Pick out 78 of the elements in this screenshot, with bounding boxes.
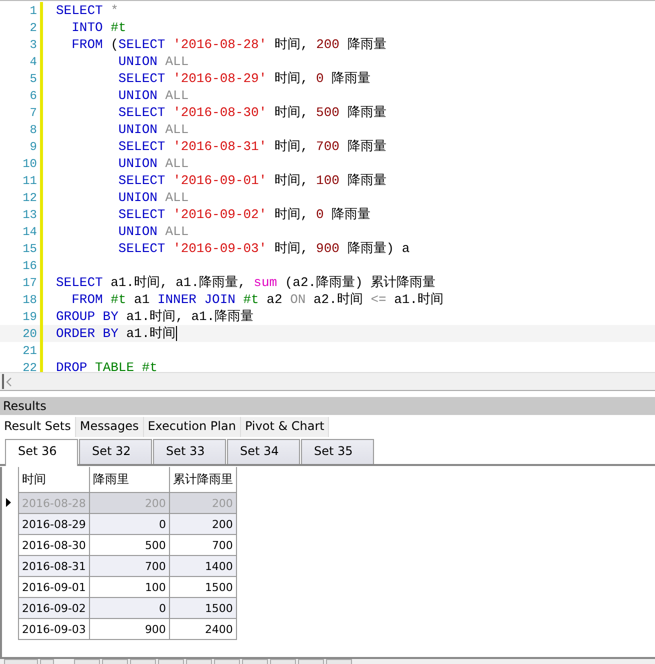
- line-number: 20: [22, 326, 38, 340]
- column-header[interactable]: 累计降雨里: [169, 467, 236, 492]
- table-cell: 2016-09-03: [18, 618, 90, 640]
- result-set-tab[interactable]: Set 34: [227, 439, 300, 464]
- table-cell: 200: [169, 492, 236, 514]
- code-line: SELECT '2016-08-29' 时间, 0 降雨量: [117, 70, 371, 87]
- code-line: UNION ALL: [117, 223, 189, 240]
- table-cell: 0: [89, 598, 170, 618]
- code-line: SELECT '2016-09-01' 时间, 100 降雨量: [117, 172, 386, 189]
- table-cell: 0: [89, 514, 170, 534]
- table-cell: 1400: [169, 556, 236, 576]
- line-number: 7: [28, 106, 38, 120]
- code-line: UNION ALL: [117, 121, 189, 138]
- line-number: 18: [22, 292, 38, 306]
- code-line: UNION ALL: [117, 87, 189, 104]
- column-header[interactable]: 时间: [18, 467, 90, 492]
- table-cell: 700: [169, 534, 236, 556]
- code-line: SELECT '2016-09-02' 时间, 0 降雨量: [117, 206, 371, 223]
- result-set-tab[interactable]: Set 36: [5, 439, 78, 466]
- table-cell: 1500: [169, 598, 236, 618]
- line-number: 11: [22, 174, 38, 188]
- line-number: 16: [22, 258, 38, 272]
- line-number: 6: [28, 88, 38, 102]
- code-line: SELECT a1.时间, a1.降雨量, sum (a2.降雨量) 累计降雨量: [56, 274, 436, 291]
- column-header[interactable]: 降雨里: [89, 467, 170, 492]
- table-cell: 2016-08-29: [18, 514, 90, 534]
- table-cell: 200: [169, 514, 236, 534]
- table-cell: 2016-08-28: [18, 492, 90, 514]
- results-tab[interactable]: Pivot & Chart: [240, 417, 330, 437]
- code-line: GROUP BY a1.时间, a1.降雨量: [56, 308, 254, 325]
- line-number: 19: [22, 310, 38, 324]
- table-cell: 900: [89, 618, 170, 640]
- result-set-tab[interactable]: Set 35: [301, 439, 374, 464]
- result-set-tab[interactable]: Set 32: [79, 439, 152, 464]
- line-number: 14: [22, 224, 38, 238]
- table-cell: 2016-09-02: [18, 598, 90, 618]
- line-number: 4: [28, 54, 38, 68]
- code-line: FROM (SELECT '2016-08-28' 时间, 200 降雨量: [70, 36, 386, 53]
- code-line: INTO #t: [70, 19, 126, 36]
- results-tab[interactable]: Execution Plan: [144, 417, 241, 437]
- line-number: 21: [22, 344, 38, 358]
- line-number: 8: [28, 122, 38, 136]
- code-line: ORDER BY a1.时间: [56, 325, 177, 342]
- line-number: 2: [28, 20, 38, 34]
- line-number: 22: [22, 360, 38, 372]
- line-number: 3: [28, 38, 38, 52]
- line-number: 10: [22, 156, 38, 170]
- table-cell: 500: [89, 534, 170, 556]
- results-tab[interactable]: Messages: [76, 417, 144, 437]
- row-indicator-icon: [6, 498, 11, 506]
- table-cell: 2016-09-01: [18, 576, 90, 598]
- table-cell: 1500: [169, 576, 236, 598]
- code-line: UNION ALL: [117, 53, 189, 70]
- code-line: SELECT '2016-08-30' 时间, 500 降雨量: [117, 104, 386, 121]
- table-cell: 700: [89, 556, 170, 576]
- code-line: UNION ALL: [117, 155, 189, 172]
- code-line: SELECT *: [56, 2, 118, 19]
- table-cell: 200: [89, 492, 170, 514]
- line-number: 5: [28, 72, 38, 86]
- result-set-tab[interactable]: Set 33: [153, 439, 226, 464]
- scroll-left-icon[interactable]: [5, 376, 13, 386]
- line-number: 13: [22, 208, 38, 222]
- table-cell: 2016-08-30: [18, 534, 90, 556]
- text-cursor: [176, 326, 177, 341]
- line-number: 1: [28, 4, 38, 18]
- code-line: DROP TABLE #t: [56, 359, 158, 372]
- line-number: 17: [22, 276, 38, 290]
- code-line: UNION ALL: [117, 189, 189, 206]
- line-number: 9: [28, 140, 38, 154]
- results-title: Results: [0, 397, 655, 415]
- code-line: SELECT '2016-09-03' 时间, 900 降雨量) a: [117, 240, 410, 257]
- code-line: SELECT '2016-08-31' 时间, 700 降雨量: [117, 138, 386, 155]
- table-cell: 2016-08-31: [18, 556, 90, 576]
- table-cell: 2400: [169, 618, 236, 640]
- line-number: 15: [22, 242, 38, 256]
- table-cell: 100: [89, 576, 170, 598]
- line-number: 12: [22, 190, 38, 204]
- code-line: FROM #t a1 INNER JOIN #t a2 ON a2.时间 <= a1.时间: [70, 291, 444, 308]
